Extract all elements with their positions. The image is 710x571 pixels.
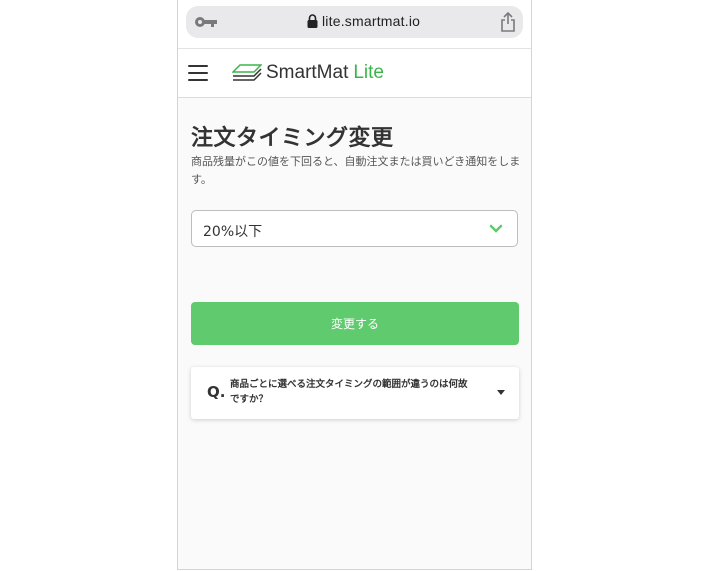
faq-accordion-item[interactable]: Q. 商品ごとに選べる注文タイミングの範囲が違うのは何故ですか？ — [191, 367, 519, 419]
phone-screen: lite.smartmat.io SmartMat Lite 注文タイミング変更 … — [177, 0, 532, 570]
logo-lite-text: Lite — [353, 62, 384, 83]
page-description: 商品残量がこの値を下回ると、自動注文または買いどき通知をします。 — [191, 155, 521, 186]
order-timing-select[interactable]: 20%以下 — [191, 210, 518, 247]
hamburger-menu-icon[interactable] — [188, 65, 208, 81]
selected-threshold: 20%以下 — [203, 224, 263, 240]
app-header: SmartMat Lite — [178, 48, 531, 98]
browser-toolbar: lite.smartmat.io — [178, 0, 531, 48]
faq-q-label: Q. — [207, 383, 226, 401]
share-icon[interactable] — [499, 11, 517, 33]
faq-question: 商品ごとに選べる注文タイミングの範囲が違うのは何故ですか？ — [230, 379, 468, 405]
lock-icon — [307, 14, 318, 28]
caret-down-icon — [497, 390, 505, 395]
page-title: 注文タイミング変更 — [191, 126, 394, 151]
logo-main-text: SmartMat — [266, 62, 349, 83]
submit-change-button[interactable]: 変更する — [191, 302, 519, 345]
logo-text[interactable]: SmartMat Lite — [266, 62, 384, 84]
url-text[interactable]: lite.smartmat.io — [322, 13, 420, 29]
smartmat-logo-icon — [232, 64, 262, 81]
chevron-down-icon — [489, 224, 503, 233]
key-icon[interactable] — [194, 14, 218, 30]
address-bar[interactable]: lite.smartmat.io — [186, 6, 523, 38]
